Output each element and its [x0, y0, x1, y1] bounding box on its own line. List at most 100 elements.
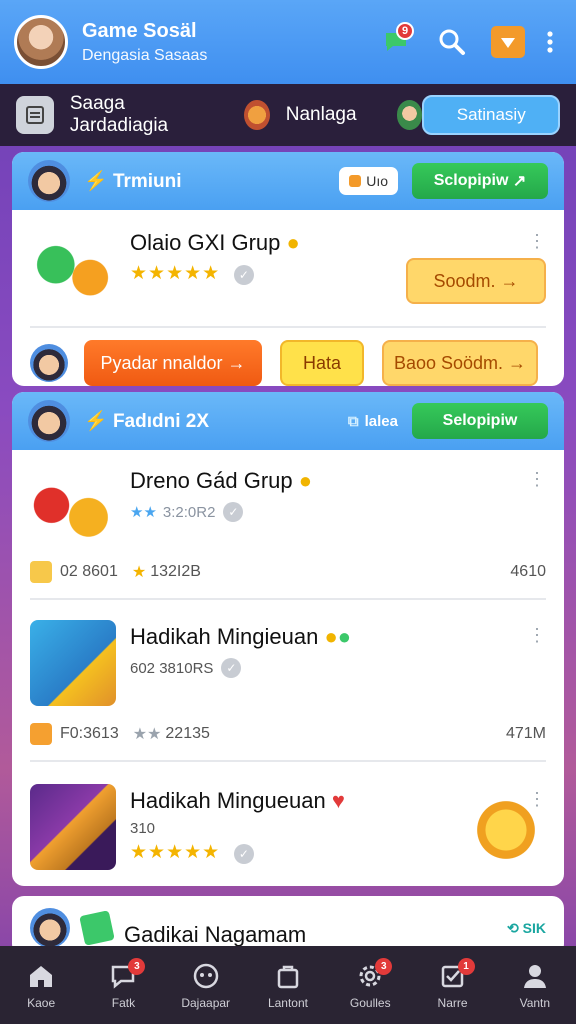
category-action-button[interactable]: Satinasiy	[422, 95, 561, 135]
avatar[interactable]	[14, 15, 68, 69]
item-body: Hadikah Mingieuan ●● 602 3810RS ✓	[130, 620, 546, 678]
list-item[interactable]: Hadikah Mingueuan ♥ 310 ★★★★★ ✓ ⋮	[12, 784, 564, 874]
item-body: Dreno Gád Grup ● ★★ 3:2:0R2 ✓	[130, 464, 546, 522]
home-icon	[30, 966, 53, 987]
nav-label: Narre	[437, 996, 468, 1010]
mascot-icon	[28, 160, 70, 202]
app-header: Game Sosäl Dengasia Sasaas 9	[0, 0, 576, 84]
game-thumbnail	[30, 620, 116, 706]
card-header: ⚡ Fadıdni 2X ⧉ lalea Selopipiw	[12, 392, 564, 450]
nav-item-settings[interactable]: 3 Goulles	[335, 958, 405, 1010]
nav-label: Vantn	[519, 996, 551, 1010]
item-title: Hadikah Mingueuan ♥	[130, 788, 345, 813]
gamepad-icon	[193, 963, 218, 989]
item-stats-row: F0:3613 ★★ 22135 471M	[12, 722, 564, 746]
card-header: ⚡ Trmiuni Uıo Sclopipiw ↗	[12, 152, 564, 210]
join-button[interactable]: Selopipiw	[412, 403, 548, 439]
coin-icon	[30, 561, 52, 583]
tag-icon: ⧉	[347, 412, 359, 430]
list-item[interactable]: Olaio GXI Grup ● ★★★★★ ✓ Soodm. → ⋮	[12, 226, 564, 312]
game-thumbnail	[30, 464, 116, 550]
category-label-2[interactable]: Nanlaga	[286, 104, 357, 126]
title-block: Game Sosäl Dengasia Sasaas	[82, 20, 360, 65]
item-meta-text: 602 3810RS	[130, 659, 214, 677]
secondary-footer-button[interactable]: Hata	[280, 340, 364, 386]
list-item[interactable]: Gadikai Nagamam ⟲ SIK	[12, 908, 564, 948]
card-header-title: ⚡ Trmiuni	[84, 171, 182, 192]
bag-icon	[277, 965, 299, 989]
group-card-1: ⚡ Trmiuni Uıo Sclopipiw ↗ Olaio GXI Grup…	[12, 152, 564, 386]
more-button[interactable]	[538, 22, 562, 62]
nav-label: Fatk	[111, 996, 136, 1010]
item-meta: ★★ 3:2:0R2 ✓	[130, 502, 546, 522]
user-icon	[523, 965, 546, 988]
emoji-icon: ●	[324, 624, 338, 649]
nav-item-tasks[interactable]: 1 Narre	[418, 958, 488, 1010]
stat-right: 4610	[510, 563, 546, 580]
primary-footer-button[interactable]: Pyadar nnaldor →	[84, 340, 262, 386]
character-icon	[396, 100, 423, 130]
card-header-title: ⚡ Fadıdni 2X	[84, 411, 210, 432]
tertiary-footer-button[interactable]: Baoo Soödm. →	[382, 340, 538, 386]
star-icon: ★	[131, 564, 147, 581]
list-item[interactable]: Hadikah Mingieuan ●● 602 3810RS ✓ ⋮	[12, 620, 564, 706]
join-button-label: Sclopipiw	[433, 172, 509, 189]
nav-label: Kaoe	[27, 996, 56, 1010]
item-meta: 310	[130, 820, 466, 837]
item-title: Olaio GXI Grup ●	[130, 230, 300, 255]
item-title: Hadikah Mingieuan ●●	[130, 624, 352, 649]
more-vertical-icon[interactable]: ⋮	[528, 790, 546, 808]
emoji-icon: ●	[286, 230, 300, 255]
chat-badge: 9	[396, 22, 414, 40]
mascot-icon	[243, 100, 270, 130]
divider	[30, 326, 546, 328]
item-meta: 602 3810RS ✓	[130, 658, 546, 678]
stat-left: 02 8601	[60, 563, 118, 580]
nav-label: Dajaapar	[181, 996, 231, 1010]
verified-icon: ✓	[221, 658, 242, 678]
app-title: Game Sosäl	[82, 19, 197, 42]
coin-icon	[30, 723, 52, 745]
game-thumbnail	[30, 784, 116, 870]
nav-label: Lantont	[267, 996, 308, 1010]
item-stats-row: 02 8601 ★ 132I2B 4610	[12, 560, 564, 584]
nav-item-profile[interactable]: Vantn	[500, 960, 570, 1010]
verified-icon: ✓	[234, 844, 255, 864]
category-bar: Saaga Jardadiagia Nanlaga Satinasiy	[0, 84, 576, 146]
nav-item-explore[interactable]: Dajaapar	[171, 960, 241, 1010]
item-meta-text: 310	[130, 820, 156, 837]
item-action-button[interactable]: Soodm. →	[406, 258, 546, 304]
app-subtitle: Dengasia Sasaas	[82, 46, 208, 64]
chip-label: lalea	[364, 412, 398, 430]
more-vertical-icon[interactable]: ⋮	[528, 626, 546, 644]
group-card-2: ⚡ Fadıdni 2X ⧉ lalea Selopipiw Dreno Gád…	[12, 392, 564, 886]
verified-icon: ✓	[223, 502, 244, 522]
list-item[interactable]: Dreno Gád Grup ● ★★ 3:2:0R2 ✓ ⋮	[12, 464, 564, 550]
nav-item-chat[interactable]: 3 Fatk	[88, 958, 158, 1010]
join-button[interactable]: Sclopipiw ↗	[412, 163, 548, 199]
search-button[interactable]	[432, 22, 472, 62]
verified-icon: ✓	[234, 265, 255, 285]
category-label-1[interactable]: Saaga Jardadiagia	[70, 93, 228, 137]
stat-mid: 22135	[165, 725, 210, 742]
more-vertical-icon[interactable]: ⋮	[528, 232, 546, 250]
bottom-navigation: Kaoe 3 Fatk Dajaapar Lantont 3 Goulles 1…	[0, 946, 576, 1024]
list-icon[interactable]	[16, 96, 54, 134]
more-vertical-icon[interactable]: ⋮	[528, 470, 546, 488]
card-chip[interactable]: Uıo	[339, 167, 398, 195]
item-body: Olaio GXI Grup ● ★★★★★ ✓	[130, 226, 406, 285]
card-chip[interactable]: ⧉ lalea	[348, 413, 398, 430]
heart-icon: ♥	[331, 788, 345, 813]
stat-left: F0:3613	[60, 725, 119, 742]
stat-mid: 132I2B	[150, 563, 201, 580]
gift-button[interactable]	[488, 22, 528, 62]
more-vertical-icon	[547, 31, 553, 53]
item-body: Hadikah Mingueuan ♥ 310 ★★★★★ ✓	[130, 784, 466, 864]
stat-right: 471M	[505, 725, 546, 742]
nav-item-store[interactable]: Lantont	[253, 960, 323, 1010]
nav-item-home[interactable]: Kaoe	[6, 960, 76, 1010]
chat-button[interactable]: 9	[376, 22, 416, 62]
divider	[30, 760, 546, 762]
item-meta-text: 3:2:0R2	[162, 503, 216, 521]
card-footer: Pyadar nnaldor → Hata Baoo Soödm. →	[12, 340, 564, 386]
